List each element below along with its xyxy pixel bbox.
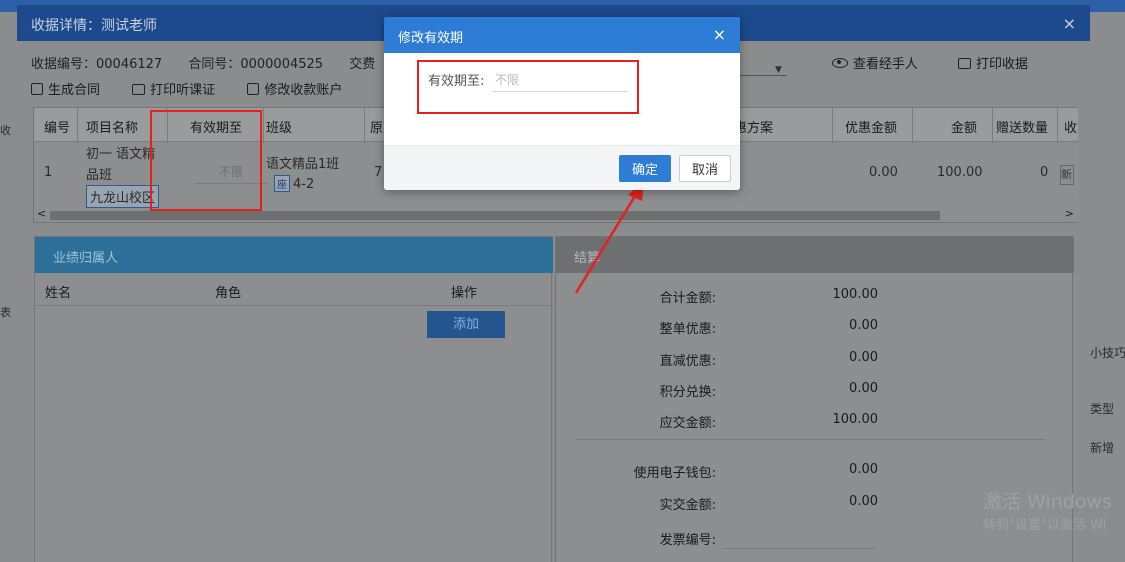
background-right-label: 小技巧 bbox=[1090, 346, 1125, 360]
valid-until-label: 有效期至: bbox=[428, 74, 485, 89]
col-header: 编号 bbox=[44, 121, 71, 136]
col-header: 金额 bbox=[951, 121, 978, 136]
col-action: 操作 bbox=[451, 286, 478, 301]
gift-quantity: 0 bbox=[1040, 165, 1049, 180]
close-icon[interactable]: × bbox=[1063, 14, 1076, 33]
printer-icon bbox=[957, 58, 971, 69]
view-handler-button[interactable]: 查看经手人 bbox=[831, 53, 918, 72]
generate-contract-button[interactable]: 生成合同 bbox=[31, 79, 100, 98]
background-right-strip: 小技巧 类型 新增 bbox=[1090, 12, 1125, 562]
project-name-line1: 初一 语文精 bbox=[86, 147, 156, 162]
performance-columns: 姓名 角色 操作 bbox=[35, 273, 553, 306]
scrollbar-thumb[interactable] bbox=[50, 211, 940, 220]
settlement-row: 使用电子钱包: 0.00 bbox=[633, 462, 878, 481]
print-class-voucher-button[interactable]: 打印听课证 bbox=[132, 79, 215, 98]
project-name-line2: 品班 bbox=[86, 168, 113, 183]
scroll-right-icon[interactable]: > bbox=[1065, 207, 1074, 220]
settlement-row: 积分兑换: 0.00 bbox=[659, 381, 878, 400]
performance-panel-header: 业绩归属人 bbox=[35, 237, 553, 273]
modify-account-button[interactable]: 修改收款账户 bbox=[247, 79, 342, 98]
class-room: 座 4-2 bbox=[274, 175, 314, 192]
settlement-divider bbox=[576, 439, 1046, 440]
confirm-button[interactable]: 确定 bbox=[619, 155, 671, 182]
col-name: 姓名 bbox=[45, 286, 72, 301]
discount-amount: 0.00 bbox=[869, 165, 898, 180]
dialog-footer: 确定 取消 bbox=[384, 145, 740, 190]
invoice-number-input[interactable] bbox=[722, 548, 876, 549]
top-right-actions: 查看经手人 打印收据 bbox=[796, 53, 1028, 72]
col-header: 收 bbox=[1064, 121, 1078, 136]
payment-label: 交费 bbox=[349, 57, 376, 72]
print-receipt-button[interactable]: 打印收据 bbox=[957, 53, 1028, 72]
col-header: 班级 bbox=[266, 121, 293, 136]
background-left-label: 收 bbox=[0, 124, 11, 137]
performance-title: 业绩归属人 bbox=[53, 251, 119, 266]
original-price: 7 bbox=[374, 165, 383, 180]
campus-tag: 九龙山校区 bbox=[86, 185, 160, 208]
col-header: 赠送数量 bbox=[996, 121, 1049, 136]
highlight-valid-until-column bbox=[150, 110, 262, 211]
edit-icon bbox=[247, 83, 260, 95]
col-header: 优惠金额 bbox=[845, 121, 898, 136]
row-number: 1 bbox=[44, 165, 53, 180]
background-left-label: 表 bbox=[0, 306, 11, 319]
col-role: 角色 bbox=[215, 286, 242, 301]
settlement-row: 应交金额: 100.00 bbox=[659, 412, 878, 431]
dialog-title: 修改有效期 bbox=[398, 31, 464, 46]
receipt-modal-title: 收据详情：测试老师 bbox=[31, 18, 157, 34]
performance-panel: 业绩归属人 姓名 角色 操作 添加 bbox=[34, 236, 553, 562]
seat-badge: 座 bbox=[274, 175, 290, 192]
amount: 100.00 bbox=[937, 165, 983, 180]
col-header: 项目名称 bbox=[86, 121, 139, 136]
settlement-row: 直减优惠: 0.00 bbox=[659, 350, 878, 369]
dialog-header: 修改有效期 × bbox=[384, 17, 740, 53]
red-arrow-annotation bbox=[574, 181, 644, 294]
printer-icon bbox=[132, 84, 146, 95]
receipt-toolbar: 生成合同 打印听课证 修改收款账户 bbox=[31, 79, 370, 98]
settlement-row: 整单优惠: 0.00 bbox=[659, 318, 878, 337]
row-action-button[interactable]: 新 bbox=[1060, 165, 1074, 185]
background-left-strip: 收 表 bbox=[0, 12, 17, 562]
receipt-info-row: 收据编号：00046127 合同号：0000004525 交费 bbox=[31, 53, 397, 72]
chevron-down-icon[interactable]: ▼ bbox=[775, 65, 782, 75]
col-header: 原 bbox=[370, 121, 384, 136]
receipt-number: 收据编号：00046127 bbox=[31, 57, 163, 72]
class-name: 语文精品1班 bbox=[266, 157, 340, 172]
close-icon[interactable]: × bbox=[713, 25, 726, 44]
scroll-left-icon[interactable]: < bbox=[37, 207, 46, 220]
valid-until-input[interactable] bbox=[492, 68, 628, 92]
add-performer-button[interactable]: 添加 bbox=[427, 311, 505, 338]
windows-watermark-line2: 转到"设置"以激活 Wi bbox=[983, 518, 1107, 533]
eye-icon bbox=[831, 58, 848, 68]
background-right-label: 新增 bbox=[1090, 441, 1115, 455]
edit-validity-dialog: 修改有效期 × 有效期至: 确定 取消 bbox=[384, 17, 740, 190]
contract-number: 合同号：0000004525 bbox=[188, 57, 324, 72]
checkbox-icon bbox=[31, 83, 43, 95]
windows-watermark-line1: 激活 Windows bbox=[983, 491, 1112, 513]
background-right-label: 类型 bbox=[1090, 402, 1115, 416]
cancel-button[interactable]: 取消 bbox=[679, 155, 731, 182]
